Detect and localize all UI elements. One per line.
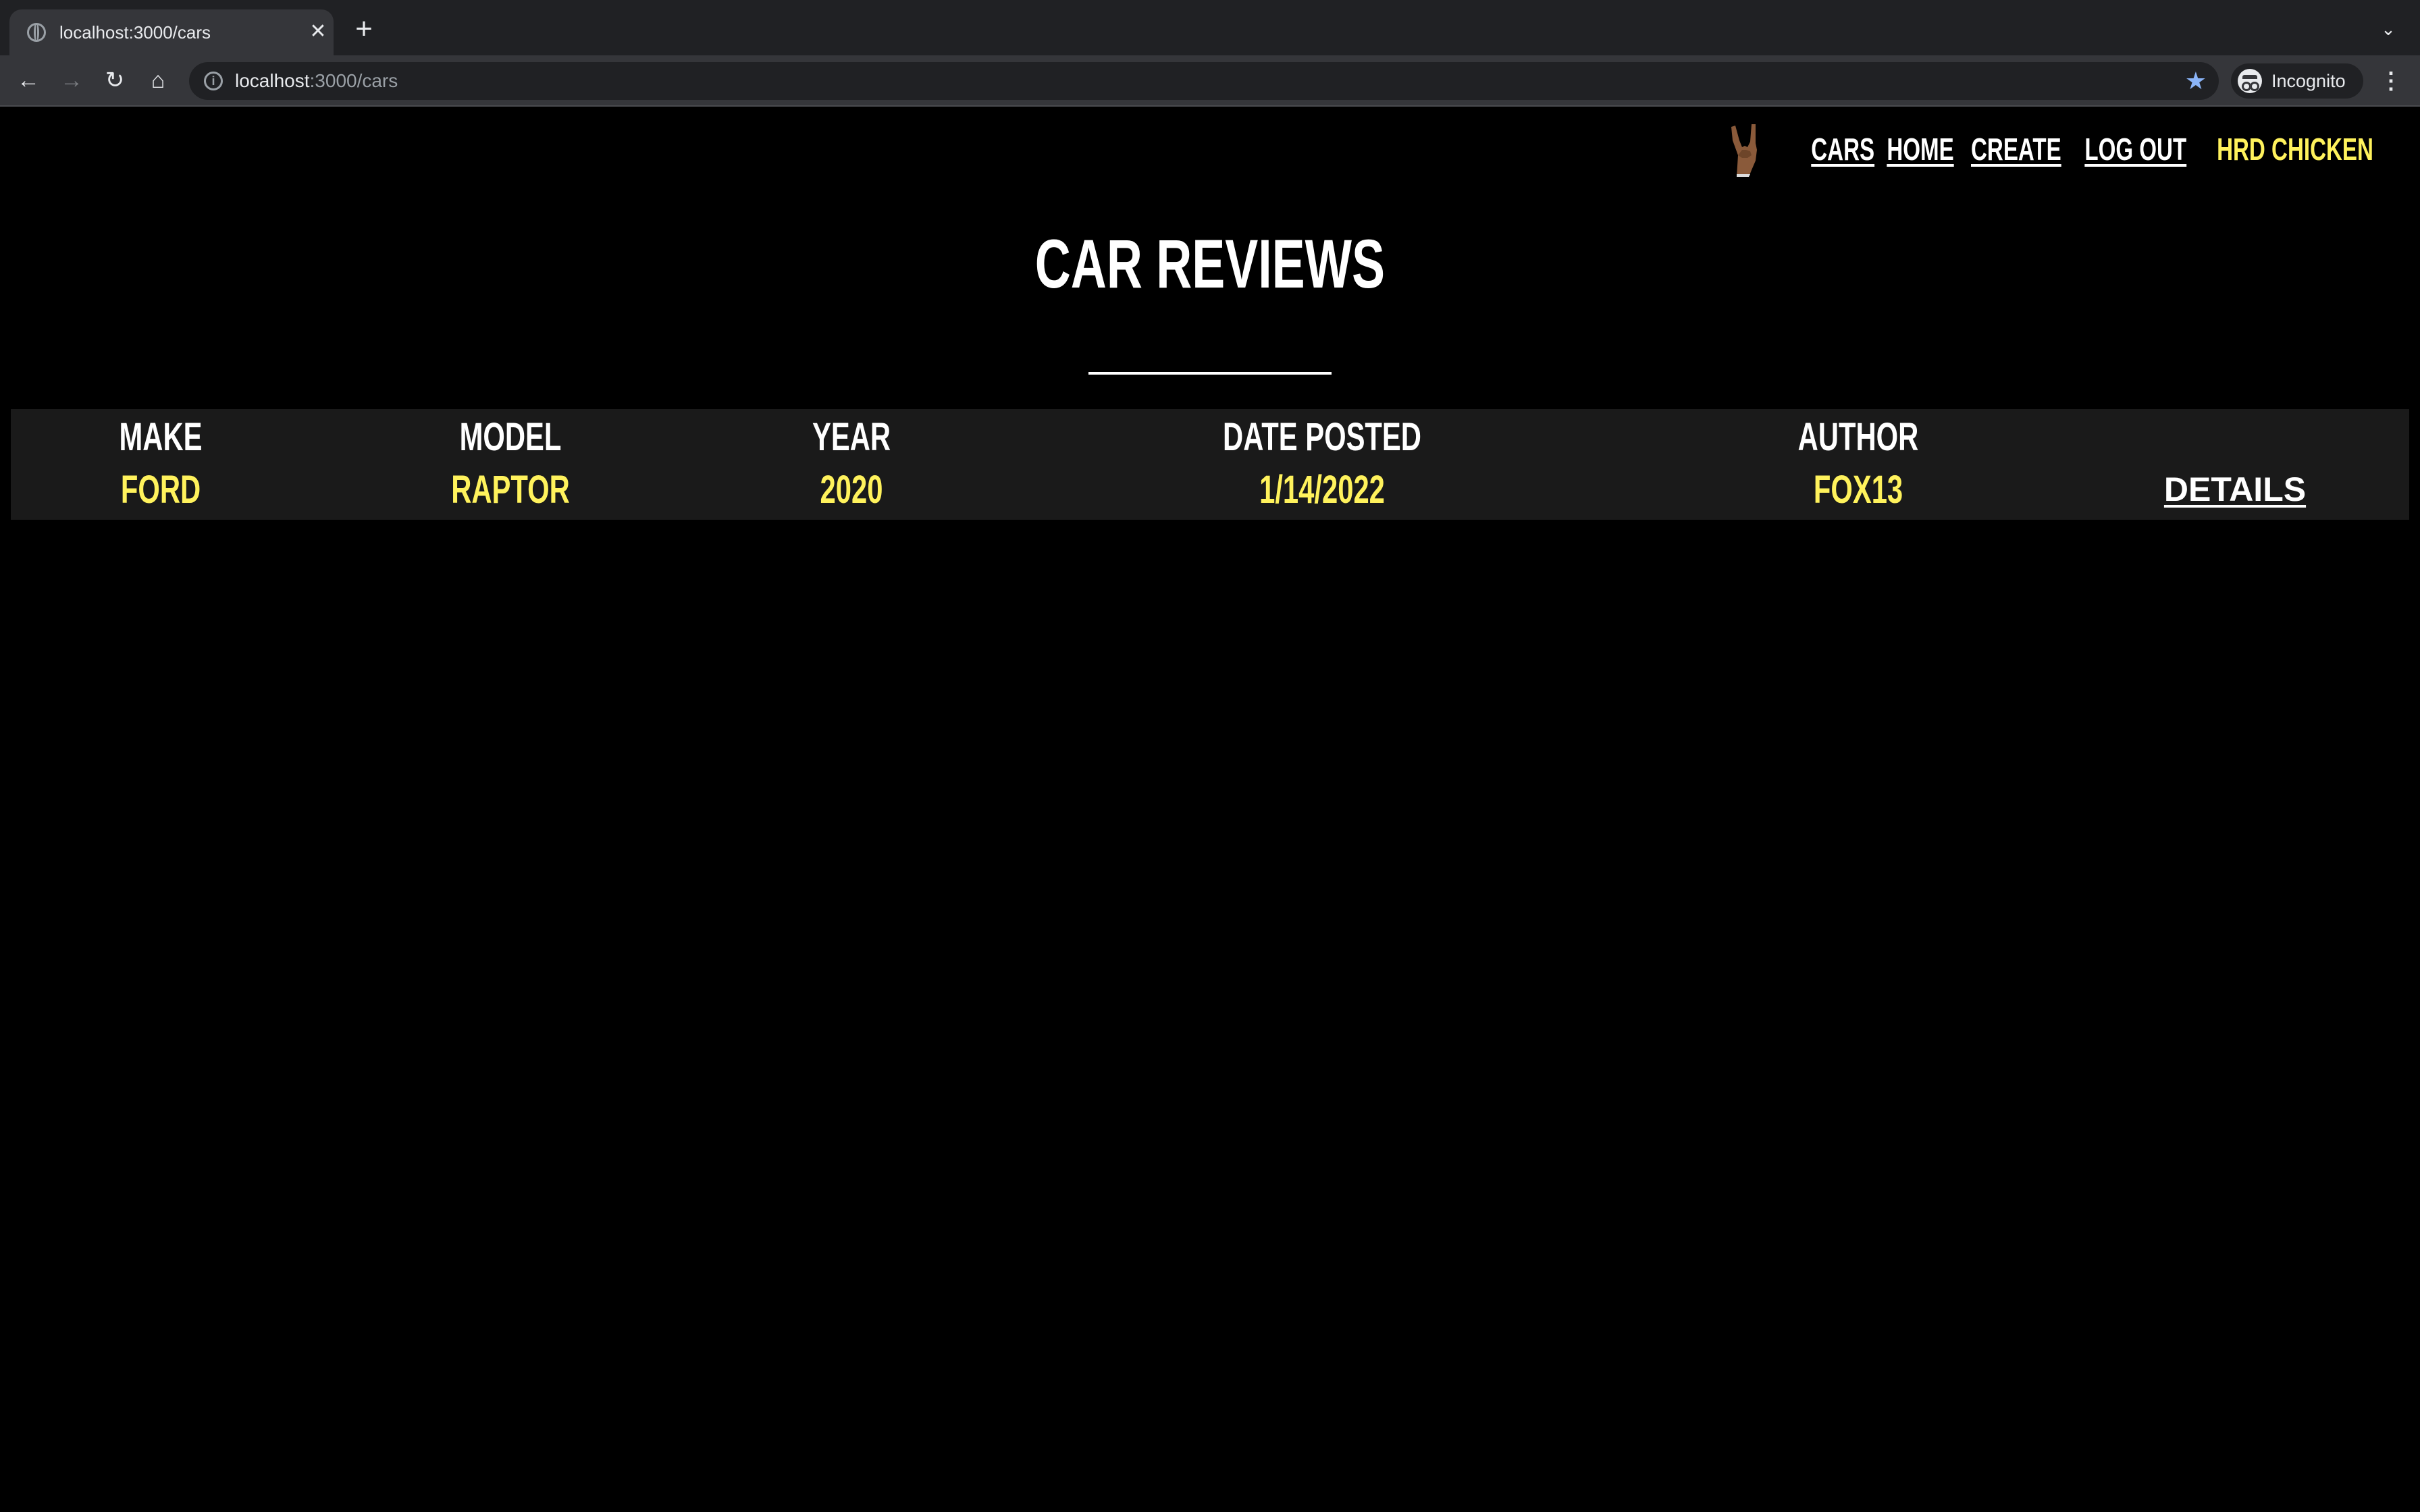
url-path: :3000/cars — [309, 70, 398, 91]
column-header-author: AUTHOR — [1774, 414, 1942, 460]
review-year-value: 2020 — [820, 468, 883, 512]
column-header-model: MODEL — [440, 414, 581, 460]
top-nav: CARS HOME CREATE LOG OUT HRD CHICKEN — [1725, 119, 2404, 180]
home-button[interactable]: ⌂ — [144, 67, 172, 94]
nav-links: CARS HOME CREATE LOG OUT — [1799, 131, 2207, 167]
column-header-year: YEAR — [797, 414, 905, 460]
review-details-link[interactable]: DETAILS — [2164, 470, 2306, 509]
review-make: FORD — [105, 467, 216, 512]
new-tab-button[interactable]: + — [352, 14, 375, 44]
forward-button[interactable]: → — [58, 67, 85, 94]
current-username: HRD CHICKEN — [2217, 132, 2373, 167]
column-header-year-label: YEAR — [812, 415, 891, 459]
browser-toolbar: ← → ↻ ⌂ i localhost:3000/cars ★ Incognit… — [0, 55, 2420, 107]
address-bar[interactable]: i localhost:3000/cars ★ — [189, 62, 2219, 100]
nav-link-log-out[interactable]: LOG OUT — [2085, 131, 2187, 167]
rock-hand-icon[interactable] — [1725, 120, 1765, 178]
page-heading-wrap: CAR REVIEWS — [0, 225, 2420, 304]
review-model-value: RAPTOR — [451, 468, 570, 512]
page-title: CAR REVIEWS — [1034, 225, 1386, 302]
column-header-make-label: MAKE — [119, 415, 203, 459]
heading-divider — [1088, 372, 1332, 375]
tab-search-chevron-icon[interactable]: ⌄ — [2377, 18, 2400, 40]
column-header-date-posted: DATE POSTED — [1184, 414, 1460, 460]
globe-icon — [27, 23, 46, 42]
reload-button[interactable]: ↻ — [101, 67, 128, 94]
tab-title: localhost:3000/cars — [59, 22, 211, 43]
review-make-value: FORD — [120, 468, 201, 512]
bookmark-star-icon[interactable]: ★ — [2185, 68, 2207, 94]
browser-tabstrip: localhost:3000/cars ✕ + ⌄ — [0, 0, 2420, 55]
nav-link-cars[interactable]: CARS — [1812, 131, 1875, 167]
browser-tab[interactable]: localhost:3000/cars ✕ — [9, 9, 334, 55]
review-model: RAPTOR — [428, 467, 593, 512]
browser-menu-icon[interactable]: ⋮ — [2379, 66, 2402, 96]
url-text[interactable]: localhost:3000/cars — [235, 69, 398, 93]
url-host: localhost — [235, 70, 310, 91]
back-button[interactable]: ← — [15, 67, 42, 94]
close-tab-icon[interactable]: ✕ — [307, 20, 330, 43]
column-header-make: MAKE — [103, 414, 219, 460]
incognito-icon — [2238, 69, 2262, 93]
site-info-icon[interactable]: i — [204, 72, 223, 90]
page-content: CARS HOME CREATE LOG OUT HRD CHICKEN CAR… — [0, 107, 2420, 1512]
reviews-table: MAKE MODEL YEAR DATE POSTED AUTHOR FORD … — [11, 409, 2409, 520]
review-author-value: FOX13 — [1813, 468, 1903, 512]
review-date-posted-value: 1/14/2022 — [1259, 468, 1385, 512]
review-author: FOX13 — [1796, 467, 1920, 512]
column-header-author-label: AUTHOR — [1797, 415, 1919, 459]
review-date-posted: 1/14/2022 — [1235, 467, 1409, 512]
nav-link-home[interactable]: HOME — [1887, 131, 1953, 167]
review-year: 2020 — [808, 467, 895, 512]
incognito-profile-button[interactable]: Incognito — [2231, 63, 2363, 99]
column-header-model-label: MODEL — [459, 415, 562, 459]
incognito-label: Incognito — [2271, 71, 2346, 91]
nav-link-create[interactable]: CREATE — [1971, 131, 2061, 167]
column-header-date-posted-label: DATE POSTED — [1223, 415, 1421, 459]
